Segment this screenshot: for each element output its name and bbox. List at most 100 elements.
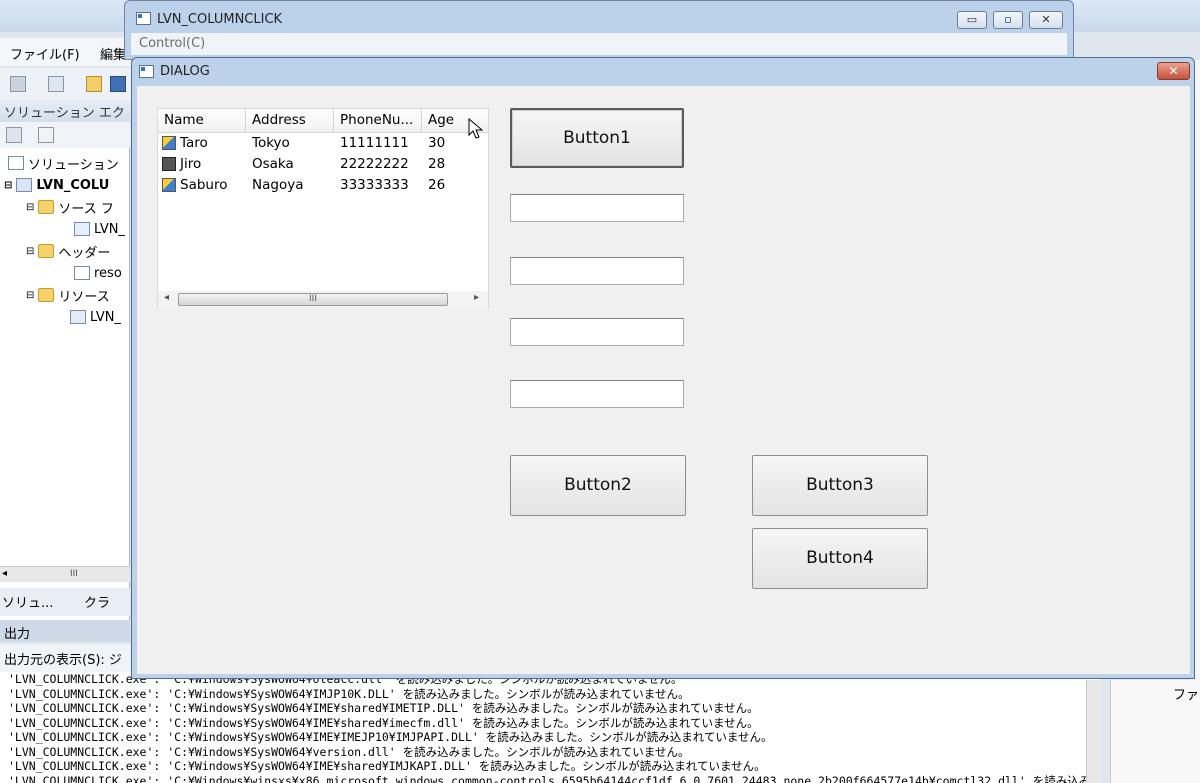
solution-explorer-toolbar	[0, 122, 130, 148]
tree-item-resource-folder[interactable]: ⊟ リソース	[26, 284, 110, 306]
tree-item-project[interactable]: ⊟ LVN_COLU	[4, 174, 109, 196]
app-icon	[136, 12, 151, 25]
tab-solution[interactable]: ソリュ...	[2, 592, 53, 611]
output-vscroll[interactable]	[1086, 680, 1102, 783]
tree-item-resource-file[interactable]: LVN_	[70, 306, 121, 328]
solution-explorer: ソリューション エク ソリューション ⊟ LVN_COLU ⊟ ソース フ LV…	[0, 100, 130, 620]
scroll-grip[interactable]: III	[70, 569, 78, 579]
tree-item-source-file[interactable]: LVN_	[74, 218, 125, 240]
column-header-name[interactable]: Name	[158, 109, 246, 132]
collapse-icon[interactable]: ⊟	[4, 180, 12, 191]
output-title: 出力	[0, 620, 130, 642]
scroll-thumb[interactable]: III	[178, 293, 448, 306]
output-line: 'LVN_COLUMNCLICK.exe': 'C:¥Windows¥SysWO…	[8, 701, 759, 715]
cell-age: 26	[428, 177, 446, 193]
collapse-icon[interactable]: ⊟	[26, 202, 34, 213]
output-line: 'LVN_COLUMNCLICK.exe': 'C:¥Windows¥SysWO…	[8, 715, 759, 730]
solution-explorer-hscroll[interactable]: ◂ III	[0, 566, 130, 582]
menu-control[interactable]: Control(C)	[139, 36, 205, 51]
list-item[interactable]: Taro Tokyo 11111111 30	[158, 133, 488, 154]
scroll-left-icon[interactable]: ◂	[164, 292, 169, 303]
ide-menubar: ファイル(F) 編集	[0, 38, 140, 66]
button4[interactable]: Button4	[752, 528, 928, 589]
edit-field-1[interactable]	[510, 194, 684, 222]
cell-address: Osaka	[252, 156, 294, 172]
cell-address: Nagoya	[252, 177, 304, 193]
parent-menubar: Control(C)	[131, 33, 1067, 55]
tree-item-solution[interactable]: ソリューション	[8, 152, 119, 174]
dialog-icon	[139, 65, 154, 78]
right-panel-label: ファ	[1173, 688, 1200, 703]
new-project-icon[interactable]	[10, 76, 26, 92]
cell-name: Saburo	[180, 177, 228, 193]
dialog-window: DIALOG ✕ Name Address PhoneNu... Age Tar…	[131, 57, 1195, 679]
solution-explorer-tabs: ソリュ... クラ	[0, 588, 130, 616]
cpp-file-icon	[74, 222, 90, 236]
parent-window: LVN_COLUMNCLICK ▭ ▫ ✕ Control(C)	[124, 0, 1074, 60]
collapse-icon[interactable]: ⊟	[26, 290, 34, 301]
cell-age: 28	[428, 156, 446, 172]
cell-phone: 33333333	[340, 177, 409, 193]
pencil-icon	[162, 136, 176, 150]
open-folder-icon[interactable]	[86, 76, 102, 92]
project-icon	[16, 178, 33, 192]
edit-field-4[interactable]	[510, 380, 684, 408]
button1[interactable]: Button1	[510, 108, 684, 168]
column-header-phone[interactable]: PhoneNu...	[334, 109, 422, 132]
menu-file[interactable]: ファイル(F)	[10, 44, 80, 63]
menu-edit[interactable]: 編集	[100, 44, 126, 63]
cell-age: 30	[428, 135, 446, 151]
output-pane[interactable]: 'LVN_COLUMNCLICK.exe': 'C:¥Windows¥SysWO…	[0, 672, 1100, 783]
output-line: 'LVN_COLUMNCLICK.exe': 'C:¥Windows¥SysWO…	[8, 744, 690, 759]
show-all-files-icon[interactable]	[38, 127, 54, 143]
save-icon[interactable]	[110, 76, 126, 92]
close-button[interactable]: ✕	[1029, 11, 1063, 29]
list-item[interactable]: Jiro Osaka 22222222 28	[158, 154, 488, 175]
header-file-icon	[74, 266, 90, 280]
scroll-left-icon[interactable]: ◂	[2, 568, 7, 579]
list-item[interactable]: Saburo Nagoya 33333333 26	[158, 175, 488, 196]
edit-field-3[interactable]	[510, 318, 684, 346]
add-item-icon[interactable]	[48, 76, 64, 92]
ide-toolbar	[0, 68, 140, 100]
solution-explorer-title: ソリューション エク	[0, 100, 130, 122]
maximize-button[interactable]: ▫	[993, 11, 1023, 29]
tree-item-source-folder[interactable]: ⊟ ソース フ	[26, 196, 114, 218]
solution-icon	[8, 156, 24, 170]
cell-name: Jiro	[180, 156, 202, 172]
folder-icon	[38, 244, 55, 258]
dialog-client: Name Address PhoneNu... Age Taro Tokyo 1…	[137, 86, 1190, 674]
properties-icon[interactable]	[6, 127, 22, 143]
cell-name: Taro	[180, 135, 208, 151]
pencil-icon	[162, 178, 176, 192]
output-source-select[interactable]: ジ	[109, 653, 122, 668]
output-source-label: 出力元の表示(S):	[4, 653, 105, 668]
right-bottom-panel: ファ	[1110, 680, 1200, 783]
dialog-title: DIALOG	[160, 64, 210, 79]
button2[interactable]: Button2	[510, 455, 686, 516]
monitor-icon	[162, 157, 176, 171]
resource-file-icon	[70, 310, 86, 324]
output-line: 'LVN_COLUMNCLICK.exe': 'C:¥Windows¥SysWO…	[8, 686, 690, 701]
mouse-cursor-icon	[468, 118, 484, 139]
cell-phone: 22222222	[340, 156, 409, 172]
dialog-close-button[interactable]: ✕	[1157, 62, 1190, 80]
output-line: 'LVN_COLUMNCLICK.exe': 'C:¥Windows¥SysWO…	[8, 730, 773, 744]
list-hscroll[interactable]: ◂ III ▸	[158, 291, 488, 308]
column-header-address[interactable]: Address	[246, 109, 334, 132]
list-header: Name Address PhoneNu... Age	[158, 109, 488, 133]
folder-icon	[38, 200, 55, 214]
folder-icon	[38, 288, 55, 302]
button3[interactable]: Button3	[752, 455, 928, 516]
collapse-icon[interactable]: ⊟	[26, 246, 34, 257]
cell-phone: 11111111	[340, 135, 409, 151]
tree-item-header-folder[interactable]: ⊟ ヘッダー	[26, 240, 110, 262]
tree-item-header-file[interactable]: reso	[74, 262, 122, 284]
edit-field-2[interactable]	[510, 257, 684, 285]
parent-window-title: LVN_COLUMNCLICK	[157, 12, 283, 27]
output-source-bar: 出力元の表示(S): ジ	[0, 644, 130, 672]
minimize-button[interactable]: ▭	[957, 11, 987, 29]
tab-class[interactable]: クラ	[84, 592, 110, 611]
list-view[interactable]: Name Address PhoneNu... Age Taro Tokyo 1…	[157, 108, 489, 308]
scroll-right-icon[interactable]: ▸	[474, 292, 479, 303]
